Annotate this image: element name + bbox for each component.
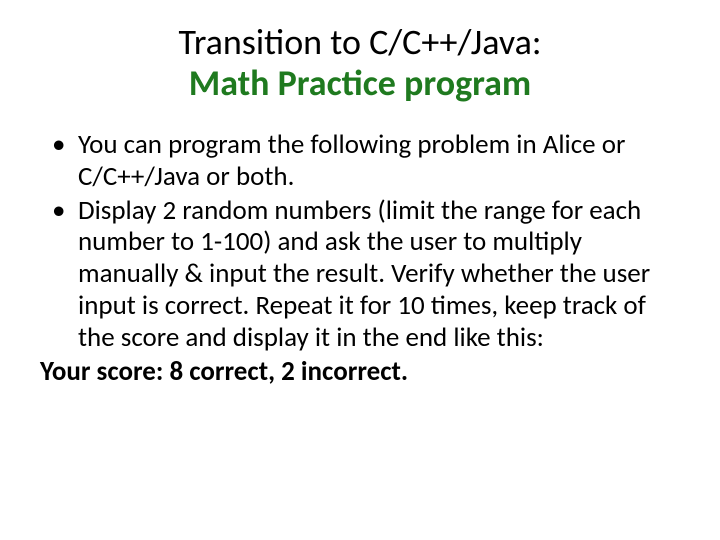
score-line: Your score: 8 correct, 2 incorrect. <box>40 356 680 388</box>
bullet-list: You can program the following problem in… <box>44 129 680 354</box>
slide: Transition to C/C++/Java: Math Practice … <box>0 0 720 540</box>
list-item: Display 2 random numbers (limit the rang… <box>44 195 680 354</box>
slide-title: Transition to C/C++/Java: Math Practice … <box>40 22 680 105</box>
list-item: You can program the following problem in… <box>44 129 680 193</box>
title-line-1: Transition to C/C++/Java: <box>40 22 680 63</box>
title-line-2: Math Practice program <box>40 63 680 104</box>
slide-body: You can program the following problem in… <box>40 129 680 388</box>
